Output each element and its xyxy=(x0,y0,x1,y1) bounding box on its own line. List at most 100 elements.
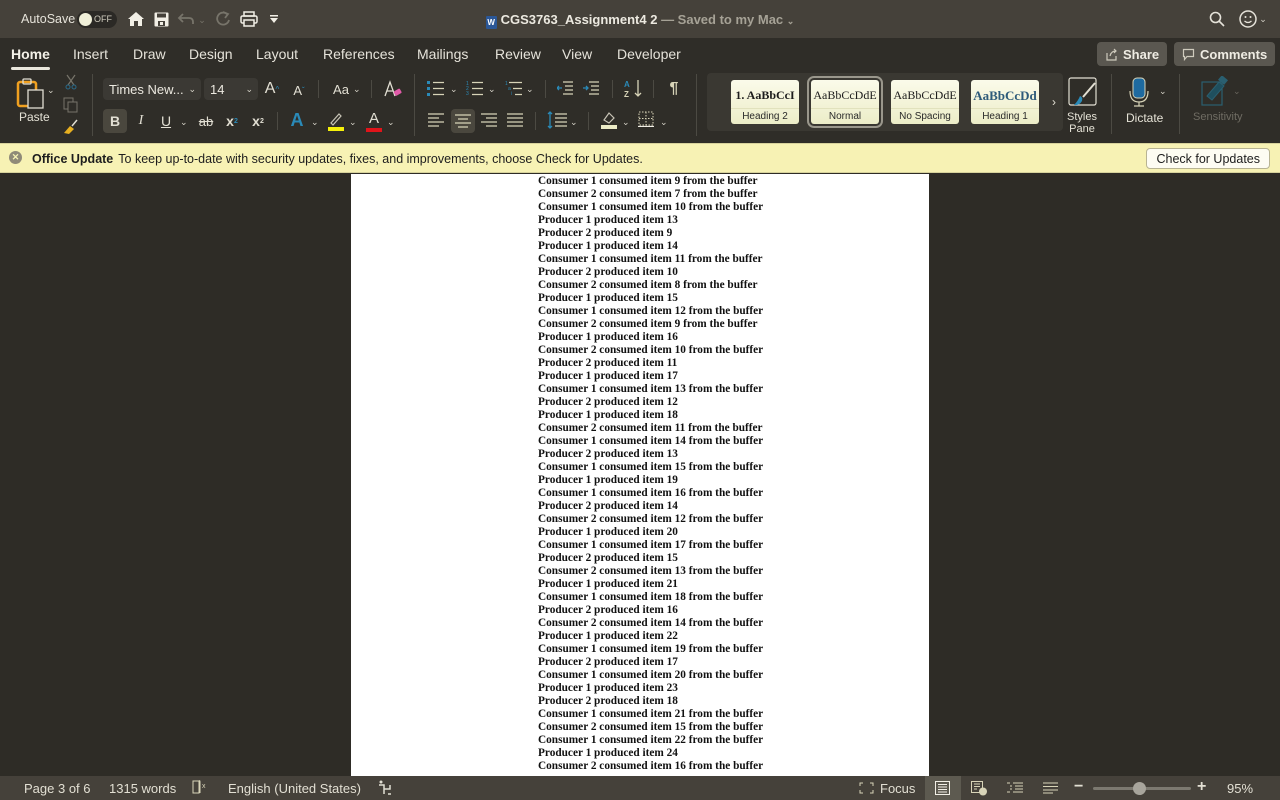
paste-options-chevron-icon[interactable]: ⌄ xyxy=(47,85,55,96)
title-dropdown-icon: ⌄ xyxy=(786,16,795,26)
tab-draw[interactable]: Draw xyxy=(133,46,166,62)
document-title[interactable]: W CGS3763_Assignment4 2 — Saved to my Mac… xyxy=(0,12,1280,29)
italic-button[interactable]: I xyxy=(133,112,149,130)
share-icon xyxy=(1106,48,1117,61)
style-heading-1[interactable]: AaBbCcDd Heading 1 xyxy=(971,80,1039,124)
accessibility-icon[interactable] xyxy=(378,780,392,798)
dictate-microphone-icon[interactable] xyxy=(1127,76,1151,108)
sort-icon[interactable]: AZ xyxy=(623,78,643,98)
share-button[interactable]: Share xyxy=(1097,42,1168,66)
show-formatting-marks-icon[interactable]: ¶ xyxy=(665,79,683,99)
tab-layout[interactable]: Layout xyxy=(256,46,298,62)
zoom-in-button[interactable]: + xyxy=(1197,778,1206,796)
word-count[interactable]: 1315 words xyxy=(109,781,176,796)
page-indicator[interactable]: Page 3 of 6 xyxy=(24,781,91,796)
draft-view-icon[interactable] xyxy=(1043,782,1058,797)
tab-home[interactable]: Home xyxy=(11,46,50,70)
style-heading-2[interactable]: 1. AaBbCcI Heading 2 xyxy=(731,80,799,124)
tab-developer[interactable]: Developer xyxy=(617,46,681,62)
justify-icon[interactable] xyxy=(507,113,523,127)
web-layout-icon[interactable] xyxy=(971,781,988,799)
borders-icon[interactable] xyxy=(638,111,654,127)
highlight-color-button[interactable] xyxy=(327,110,345,132)
tab-insert[interactable]: Insert xyxy=(73,46,108,62)
align-left-icon[interactable] xyxy=(428,113,444,127)
superscript-button[interactable]: x2 xyxy=(250,112,266,130)
grow-font-icon[interactable]: A ^ xyxy=(263,80,281,98)
save-status: — Saved to my Mac xyxy=(661,12,784,27)
text-effects-chevron-icon[interactable]: ⌄ xyxy=(311,117,319,128)
shading-chevron-icon[interactable]: ⌄ xyxy=(622,117,630,128)
focus-icon[interactable] xyxy=(859,782,874,797)
strikethrough-button[interactable]: ab xyxy=(196,112,216,130)
change-case-chevron-icon[interactable]: ⌄ xyxy=(353,84,361,95)
search-icon[interactable] xyxy=(1207,9,1227,29)
dictate-chevron-icon[interactable]: ⌄ xyxy=(1159,86,1167,97)
update-text: To keep up-to-date with security updates… xyxy=(118,152,643,166)
sensitivity-icon xyxy=(1201,76,1229,106)
paste-label: Paste xyxy=(19,110,50,124)
font-size-dropdown[interactable]: 14 ⌄ xyxy=(204,78,258,100)
text-effects-button[interactable]: A xyxy=(287,110,307,130)
focus-label[interactable]: Focus xyxy=(880,781,915,796)
tab-design[interactable]: Design xyxy=(189,46,233,62)
bullets-chevron-icon[interactable]: ⌄ xyxy=(450,84,458,95)
document-body[interactable]: Consumer 1 consumed item 9 from the buff… xyxy=(538,175,763,773)
style-no-spacing[interactable]: AaBbCcDdE No Spacing xyxy=(891,80,959,124)
line-spacing-chevron-icon[interactable]: ⌄ xyxy=(570,117,578,128)
bold-button[interactable]: B xyxy=(103,109,127,133)
clear-formatting-icon[interactable] xyxy=(382,79,402,99)
align-right-icon[interactable] xyxy=(481,113,497,127)
font-color-glyph: A xyxy=(368,109,379,127)
numbering-icon[interactable]: 123 xyxy=(466,80,484,96)
font-name-dropdown[interactable]: Times New... ⌄ xyxy=(103,78,201,100)
format-painter-icon[interactable] xyxy=(62,118,80,134)
increase-indent-icon[interactable] xyxy=(583,80,599,96)
change-case-button[interactable]: Aa xyxy=(330,80,352,98)
style-normal[interactable]: AaBbCcDdE Normal xyxy=(807,76,883,128)
ribbon-tabs: Home Insert Draw Design Layout Reference… xyxy=(0,38,1280,70)
dismiss-update-icon[interactable]: ✕ xyxy=(9,151,22,164)
tab-references[interactable]: References xyxy=(323,46,395,62)
document-line: Producer 1 produced item 21 xyxy=(538,578,678,590)
decrease-indent-icon[interactable] xyxy=(557,80,573,96)
underline-chevron-icon[interactable]: ⌄ xyxy=(180,117,188,128)
underline-button[interactable]: U xyxy=(158,112,174,130)
styles-pane-label[interactable]: Styles Pane xyxy=(1063,111,1101,135)
line-spacing-icon[interactable] xyxy=(547,111,567,129)
ribbon-divider xyxy=(414,74,415,136)
numbering-chevron-icon[interactable]: ⌄ xyxy=(488,84,496,95)
borders-chevron-icon[interactable]: ⌄ xyxy=(660,117,668,128)
cut-icon[interactable] xyxy=(63,74,79,90)
copy-icon[interactable] xyxy=(63,97,79,113)
tab-review[interactable]: Review xyxy=(495,46,541,62)
zoom-out-button[interactable]: − xyxy=(1074,778,1083,796)
styles-pane-icon[interactable] xyxy=(1067,76,1099,108)
subscript-button[interactable]: x2 xyxy=(224,112,240,130)
styles-gallery-next-icon[interactable]: › xyxy=(1048,95,1060,109)
shrink-font-icon[interactable]: Aˇ xyxy=(290,82,308,98)
language-indicator[interactable]: English (United States) xyxy=(228,781,361,796)
zoom-percentage[interactable]: 95% xyxy=(1227,781,1253,796)
multilevel-list-icon[interactable]: 1ai xyxy=(505,80,523,96)
account-smiley-icon[interactable]: ⌄ xyxy=(1239,9,1267,29)
bullets-icon[interactable] xyxy=(427,80,445,96)
share-label: Share xyxy=(1123,46,1160,62)
outline-view-icon[interactable] xyxy=(1007,782,1023,797)
proofing-icon[interactable]: x xyxy=(192,780,208,797)
tab-mailings[interactable]: Mailings xyxy=(417,46,468,62)
paste-icon[interactable] xyxy=(15,76,47,110)
print-layout-view-button[interactable] xyxy=(925,776,961,800)
document-page[interactable]: Consumer 1 consumed item 9 from the buff… xyxy=(351,174,929,776)
tab-view[interactable]: View xyxy=(562,46,592,62)
font-color-chevron-icon[interactable]: ⌄ xyxy=(387,117,395,128)
shading-icon[interactable] xyxy=(600,110,618,130)
align-center-icon[interactable] xyxy=(451,109,475,133)
font-color-button[interactable]: A xyxy=(365,110,383,132)
document-line: Consumer 1 consumed item 20 from the buf… xyxy=(538,669,764,681)
comments-button[interactable]: Comments xyxy=(1174,42,1276,66)
highlight-chevron-icon[interactable]: ⌄ xyxy=(349,117,357,128)
check-for-updates-button[interactable]: Check for Updates xyxy=(1146,148,1270,169)
multilevel-chevron-icon[interactable]: ⌄ xyxy=(526,84,534,95)
zoom-slider-thumb[interactable] xyxy=(1132,782,1146,795)
